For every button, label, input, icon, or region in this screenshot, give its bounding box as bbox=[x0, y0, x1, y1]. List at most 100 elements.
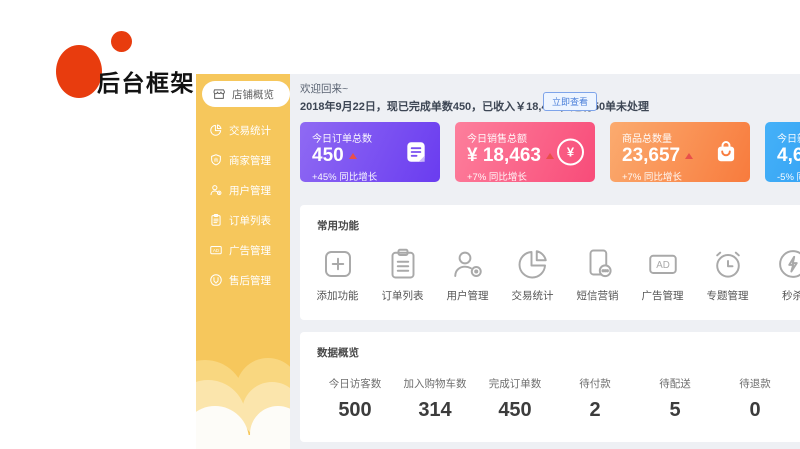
sidebar-item-user-management[interactable]: 用户管理 bbox=[196, 175, 290, 205]
user-gear-icon bbox=[450, 246, 486, 282]
shield-icon: 商 bbox=[209, 153, 223, 167]
stat-card-change: +7% 同比增长 bbox=[467, 169, 583, 183]
overview-stat-value: 314 bbox=[395, 399, 475, 422]
overview-stat-pending-delivery: 待配送 5 bbox=[635, 376, 715, 422]
overview-stat-pending-payment: 待付款 2 bbox=[555, 376, 635, 422]
overview-stat-label: 待付款 bbox=[555, 376, 635, 391]
sidebar-item-order-list[interactable]: 订单列表 bbox=[196, 205, 290, 235]
function-flash-sale[interactable]: 秒杀 bbox=[760, 246, 800, 303]
sidebar-item-label: 售后管理 bbox=[229, 273, 271, 288]
function-label: 秒杀 bbox=[782, 288, 800, 303]
function-order-list[interactable]: 订单列表 bbox=[370, 246, 435, 303]
function-topic-management[interactable]: 专题管理 bbox=[695, 246, 760, 303]
overview-stat-visitors: 今日访客数 500 bbox=[315, 376, 395, 422]
function-label: 用户管理 bbox=[447, 288, 489, 303]
stat-card-change: -5% 同比 bbox=[777, 169, 800, 183]
clipboard-icon bbox=[209, 213, 223, 227]
pie-chart-icon bbox=[515, 246, 551, 282]
sidebar-item-shop-overview[interactable]: 店铺概览 bbox=[202, 81, 290, 107]
dashboard-panel: 店铺概览 交易统计 商 商家管理 bbox=[196, 74, 800, 449]
stat-card-change: +45% 同比增长 bbox=[312, 169, 428, 183]
overview-row: 今日访客数 500 加入购物车数 314 完成订单数 450 待付款 2 待配送 bbox=[300, 376, 800, 422]
svg-text:商: 商 bbox=[214, 156, 219, 163]
sidebar-item-label: 交易统计 bbox=[229, 123, 271, 138]
wrench-circle-icon bbox=[209, 273, 223, 287]
yuan-circle-icon: ¥ bbox=[557, 139, 584, 166]
flash-circle-icon bbox=[775, 246, 800, 282]
overview-stat-label: 今日访客数 bbox=[315, 376, 395, 391]
stat-card-value: 450 bbox=[312, 145, 344, 167]
function-sms-marketing[interactable]: 短信营销 bbox=[565, 246, 630, 303]
panel-title: 常用功能 bbox=[300, 205, 800, 233]
stat-card-orders-today: 今日订单总数 450 +45% 同比增长 bbox=[300, 122, 440, 182]
overview-stat-value: 500 bbox=[315, 399, 395, 422]
overview-stat-label: 加入购物车数 bbox=[395, 376, 475, 391]
stat-cards-row: 今日订单总数 450 +45% 同比增长 今日销售总额 ¥ 18,463 +7%… bbox=[300, 122, 800, 182]
function-user-management[interactable]: 用户管理 bbox=[435, 246, 500, 303]
ad-icon: AD bbox=[645, 246, 681, 282]
note-document-icon bbox=[403, 139, 429, 165]
function-label: 添加功能 bbox=[317, 288, 359, 303]
svg-text:AD: AD bbox=[656, 260, 670, 271]
stat-card-total-products: 商品总数量 23,657 +7% 同比增长 bbox=[610, 122, 750, 182]
function-label: 专题管理 bbox=[707, 288, 749, 303]
stat-card-label: 今日新增 bbox=[777, 130, 800, 145]
common-functions-panel: 常用功能 添加功能 bbox=[300, 205, 800, 320]
svg-text:AD: AD bbox=[213, 248, 219, 253]
storefront-icon bbox=[212, 87, 226, 101]
sidebar-item-after-sales[interactable]: 售后管理 bbox=[196, 265, 290, 295]
overview-stat-label: 待配送 bbox=[635, 376, 715, 391]
function-ad-management[interactable]: AD 广告管理 bbox=[630, 246, 695, 303]
sidebar: 店铺概览 交易统计 商 商家管理 bbox=[196, 74, 290, 449]
alarm-clock-icon bbox=[710, 246, 746, 282]
panel-title: 数据概览 bbox=[300, 332, 800, 360]
welcome-greeting: 欢迎回来~ bbox=[300, 81, 348, 96]
overview-stat-cart: 加入购物车数 314 bbox=[395, 376, 475, 422]
cloud-shape bbox=[196, 435, 290, 449]
overview-stat-value: 450 bbox=[475, 399, 555, 422]
brand-title: 后台框架 bbox=[97, 64, 195, 98]
trend-up-icon bbox=[546, 153, 554, 159]
sidebar-item-ad-management[interactable]: AD 广告管理 bbox=[196, 235, 290, 265]
ad-icon: AD bbox=[209, 243, 223, 257]
plus-square-icon bbox=[320, 246, 356, 282]
sidebar-item-label: 店铺概览 bbox=[232, 87, 274, 102]
sidebar-item-label: 商家管理 bbox=[229, 153, 271, 168]
function-transaction-stats[interactable]: 交易统计 bbox=[500, 246, 565, 303]
main-content: 欢迎回来~ 2018年9月22日，现已完成单数450，已收入￥18,462，还有… bbox=[290, 74, 800, 449]
clipboard-icon bbox=[385, 246, 421, 282]
data-overview-panel: 数据概览 今日访客数 500 加入购物车数 314 完成订单数 450 待付款 … bbox=[300, 332, 800, 442]
logo-small-circle bbox=[111, 31, 132, 52]
function-label: 广告管理 bbox=[642, 288, 684, 303]
sidebar-item-label: 订单列表 bbox=[229, 213, 271, 228]
stat-card-change: +7% 同比增长 bbox=[622, 169, 738, 183]
function-label: 订单列表 bbox=[382, 288, 424, 303]
trend-up-icon bbox=[685, 153, 693, 159]
overview-stat-value: 0 bbox=[715, 399, 795, 422]
shopping-bag-icon bbox=[713, 139, 739, 165]
stat-card-value: 23,657 bbox=[622, 145, 680, 167]
function-label: 交易统计 bbox=[512, 288, 554, 303]
sidebar-item-transaction-stats[interactable]: 交易统计 bbox=[196, 115, 290, 145]
function-add[interactable]: 添加功能 bbox=[305, 246, 370, 303]
logo-big-circle bbox=[56, 45, 102, 98]
stat-card-value: 4,62 bbox=[777, 145, 800, 167]
overview-stat-value: 5 bbox=[635, 399, 715, 422]
sidebar-item-label: 广告管理 bbox=[229, 243, 271, 258]
overview-stat-label: 待退款 bbox=[715, 376, 795, 391]
sidebar-item-label: 用户管理 bbox=[229, 183, 271, 198]
overview-stat-value: 2 bbox=[555, 399, 635, 422]
overview-stat-pending-refund: 待退款 0 bbox=[715, 376, 795, 422]
stat-card-sales-today: 今日销售总额 ¥ 18,463 +7% 同比增长 ¥ bbox=[455, 122, 595, 182]
overview-stat-label: 完成订单数 bbox=[475, 376, 555, 391]
function-label: 短信营销 bbox=[577, 288, 619, 303]
view-now-button[interactable]: 立即查看 bbox=[543, 92, 597, 111]
stat-card-value: ¥ 18,463 bbox=[467, 145, 541, 167]
overview-stat-completed-orders: 完成订单数 450 bbox=[475, 376, 555, 422]
sidebar-item-merchant-management[interactable]: 商 商家管理 bbox=[196, 145, 290, 175]
user-gear-icon bbox=[209, 183, 223, 197]
trend-up-icon bbox=[349, 153, 357, 159]
functions-row: 添加功能 订单列表 bbox=[300, 246, 800, 303]
stat-card-new-today: 今日新增 4,62 -5% 同比 bbox=[765, 122, 800, 182]
pie-chart-icon bbox=[209, 123, 223, 137]
